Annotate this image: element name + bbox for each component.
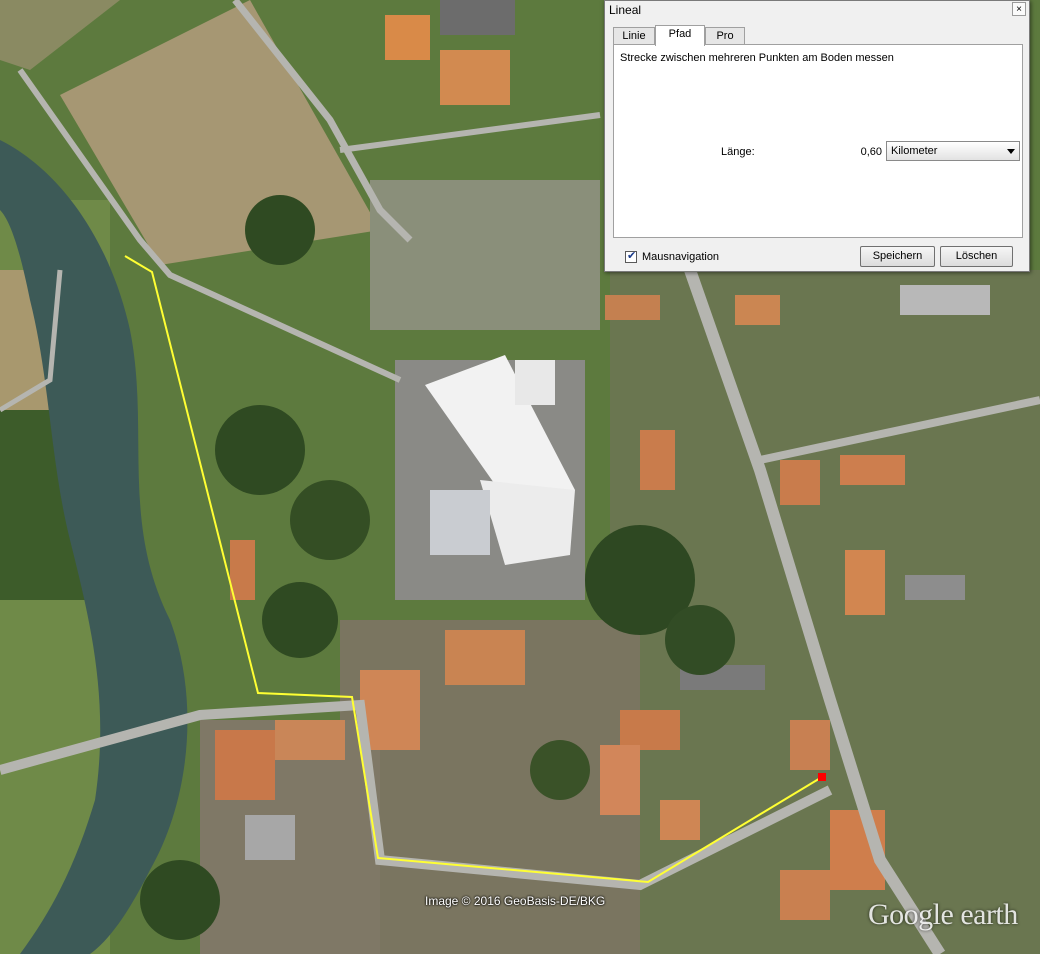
roof-orange-13 xyxy=(840,455,905,485)
unit-select[interactable]: Kilometer xyxy=(886,141,1020,161)
warehouse-annex xyxy=(430,490,490,555)
ruler-dialog: Lineal × Linie Pfad Pro Strecke zwischen… xyxy=(604,0,1030,272)
length-value: 0,60 xyxy=(860,146,882,158)
roof-grey-5 xyxy=(900,285,990,315)
tree-cluster-7 xyxy=(140,860,220,940)
path-end-marker[interactable] xyxy=(818,773,826,781)
tree-cluster-8 xyxy=(530,740,590,800)
roof-orange-7 xyxy=(620,710,680,750)
length-label: Länge: xyxy=(721,146,755,158)
tab-linie[interactable]: Linie xyxy=(613,27,655,45)
roof-orange-17 xyxy=(230,540,255,600)
roof-orange-11 xyxy=(780,460,820,505)
roof-orange-18 xyxy=(660,800,700,840)
save-button[interactable]: Speichern xyxy=(860,246,935,267)
dialog-titlebar[interactable]: Lineal × xyxy=(605,1,1029,19)
roof-grey-4 xyxy=(245,815,295,860)
cemetery xyxy=(370,180,600,330)
tree-cluster-2 xyxy=(290,480,370,560)
unit-selected-value: Kilometer xyxy=(891,145,938,157)
tree-cluster-1 xyxy=(215,405,305,495)
roof-orange-8 xyxy=(600,745,640,815)
dialog-title: Lineal xyxy=(609,3,642,17)
roof-orange-2 xyxy=(440,50,510,105)
imagery-copyright: Image © 2016 GeoBasis-DE/BKG xyxy=(425,894,606,908)
roof-orange-15 xyxy=(605,295,660,320)
roof-orange-9 xyxy=(790,720,830,770)
checkmark-icon: ✔ xyxy=(627,250,637,262)
roof-orange-1 xyxy=(385,15,430,60)
mouse-navigation-checkbox[interactable]: ✔ xyxy=(625,250,637,263)
roof-orange-19 xyxy=(780,870,830,920)
roof-orange-14 xyxy=(640,430,675,490)
small-roof xyxy=(515,360,555,405)
close-icon[interactable]: × xyxy=(1012,2,1026,16)
chevron-down-icon xyxy=(1007,149,1015,154)
roof-orange-3 xyxy=(215,730,275,800)
tree-cluster-6 xyxy=(245,195,315,265)
tab-pro[interactable]: Pro xyxy=(705,27,745,45)
roof-orange-16 xyxy=(735,295,780,325)
tab-panel-pfad: Strecke zwischen mehreren Punkten am Bod… xyxy=(613,44,1023,238)
roof-grey-2 xyxy=(905,575,965,600)
delete-button[interactable]: Löschen xyxy=(940,246,1013,267)
roof-orange-4 xyxy=(275,720,345,760)
roof-orange-6 xyxy=(445,630,525,685)
tab-pfad[interactable]: Pfad xyxy=(655,25,705,46)
tree-cluster-3 xyxy=(262,582,338,658)
roof-orange-12 xyxy=(845,550,885,615)
google-earth-logo: Google earth xyxy=(868,898,1018,931)
mouse-navigation-label[interactable]: Mausnavigation xyxy=(642,251,719,263)
tree-cluster-5 xyxy=(665,605,735,675)
path-description: Strecke zwischen mehreren Punkten am Bod… xyxy=(620,52,894,64)
roof-grey-1 xyxy=(440,0,515,35)
